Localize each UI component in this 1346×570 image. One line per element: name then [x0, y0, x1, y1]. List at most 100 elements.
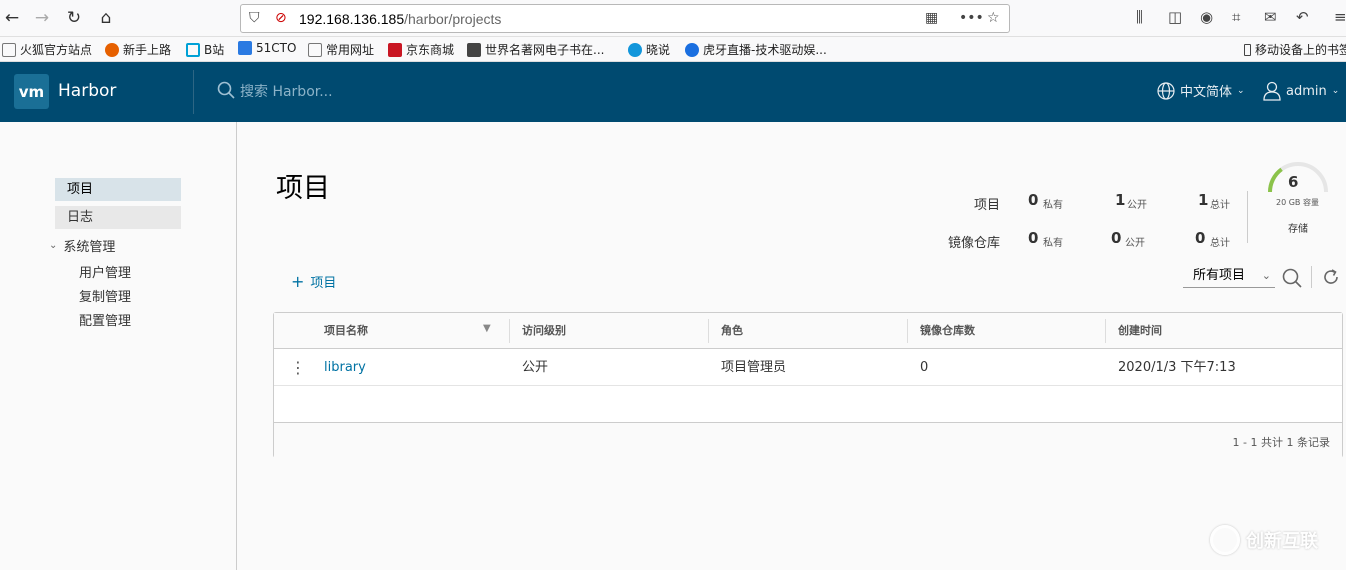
project-name-link[interactable]: library [312, 349, 366, 386]
xiaoshuo-icon [628, 42, 642, 57]
stat-divider [1247, 191, 1248, 243]
jd-icon [388, 42, 402, 57]
search-icon [217, 81, 235, 99]
stat-repos-private: 0 [1028, 229, 1039, 247]
browser-toolbar: ← → ↻ ⌂ ⛉ ⊘ 192.168.136.185/harbor/proje… [0, 0, 1346, 37]
sidebar-icon[interactable]: ◫ [1168, 8, 1182, 26]
screenshot-icon[interactable]: ⌗ [1232, 8, 1240, 26]
pagination-text: 1 - 1 共计 1 条记录 [1232, 436, 1330, 449]
bookmark-item[interactable]: B站 [186, 41, 224, 58]
sidebar-group-admin[interactable]: ⌄ 系统管理 [49, 236, 115, 255]
watermark-text: 创新互联 [1246, 531, 1318, 552]
stat-projects-private: 0 [1028, 191, 1039, 209]
reload-icon[interactable]: ↻ [62, 6, 86, 30]
bilibili-icon [186, 42, 200, 57]
stat-unit-total: 总计 [1210, 200, 1230, 211]
refresh-icon[interactable] [1322, 268, 1340, 286]
language-label: 中文简体 [1180, 85, 1233, 100]
stat-unit-private: 私有 [1043, 200, 1063, 211]
bookmark-item[interactable]: 常用网址 [308, 41, 374, 58]
menu-icon[interactable]: ≡ [1334, 8, 1346, 26]
row-actions-icon[interactable]: ⋮ [278, 349, 306, 386]
bookmark-item[interactable]: 51CTO [238, 41, 296, 55]
watermark: 创新互联 [1210, 525, 1318, 555]
search-icon[interactable] [1282, 268, 1302, 288]
access-level: 公开 [522, 360, 549, 375]
sidebar-item-projects[interactable]: 项目 [55, 178, 181, 201]
project-filter-select[interactable]: 所有项目 ⌄ [1183, 266, 1275, 288]
add-project-button[interactable]: + 项目 [291, 272, 336, 291]
chat-icon[interactable]: ✉ [1264, 8, 1277, 26]
add-project-label: 项目 [310, 276, 337, 291]
stat-repos-label: 镜像仓库 [947, 236, 1000, 251]
column-header-role[interactable]: 角色 [709, 313, 743, 349]
url-bar[interactable]: ⛉ ⊘ 192.168.136.185/harbor/projects ▦ ••… [240, 4, 1010, 33]
repo-count: 0 [920, 360, 929, 375]
star-icon[interactable]: ☆ [987, 10, 1000, 26]
sidebar-item-replication[interactable]: 复制管理 [79, 286, 131, 305]
chevron-down-icon: ⌄ [49, 240, 58, 251]
sidebar-group-label: 系统管理 [63, 240, 116, 255]
language-selector[interactable]: 中文简体 ⌄ [1157, 81, 1245, 100]
stat-unit-public: 公开 [1127, 200, 1147, 211]
huya-icon [685, 42, 699, 57]
column-header-access[interactable]: 访问级别 [510, 313, 566, 349]
storage-value: 6 [1288, 173, 1299, 191]
bookmark-item[interactable]: 晓说 [628, 41, 670, 58]
account-icon[interactable]: ◉ [1200, 8, 1213, 26]
qr-code-icon[interactable]: ▦ [925, 10, 938, 26]
search-input[interactable] [240, 82, 540, 102]
more-icon[interactable]: ••• [959, 10, 984, 26]
51cto-icon [238, 41, 252, 55]
header-divider [193, 70, 194, 114]
folder-icon [2, 42, 16, 57]
user-menu[interactable]: admin ⌄ [1263, 81, 1339, 101]
bookmark-item[interactable]: 世界名著网电子书在... [467, 41, 604, 58]
stat-repos-public: 0 [1111, 229, 1122, 247]
stat-unit-private: 私有 [1043, 238, 1063, 249]
stat-unit-total: 总计 [1210, 238, 1230, 249]
chevron-down-icon: ⌄ [1261, 269, 1271, 282]
bookmark-item[interactable]: 新手上路 [105, 41, 171, 58]
projects-table: 项目名称 ▼ 访问级别 角色 镜像仓库数 创建时间 ⋮ library 公开 项… [273, 312, 1343, 458]
table-footer: 1 - 1 共计 1 条记录 [274, 423, 1342, 458]
chevron-down-icon: ⌄ [1331, 86, 1340, 96]
table-row: ⋮ library 公开 项目管理员 0 2020/1/3 下午7:13 [274, 349, 1342, 386]
stat-repos-total: 0 [1195, 229, 1206, 247]
home-icon[interactable]: ⌂ [94, 6, 118, 30]
library-icon[interactable]: ⫼ [1136, 8, 1143, 26]
shield-icon[interactable]: ⛉ [249, 10, 260, 26]
role: 项目管理员 [721, 360, 787, 375]
back-icon[interactable]: ← [0, 6, 24, 30]
app-header: vm Harbor 中文简体 ⌄ admin ⌄ [0, 62, 1346, 122]
column-header-name[interactable]: 项目名称 [312, 313, 368, 349]
bookmark-item[interactable]: 虎牙直播-技术驱动娱... [685, 41, 827, 58]
username: admin [1286, 83, 1327, 99]
insecure-lock-icon[interactable]: ⊘ [275, 10, 287, 26]
forward-icon[interactable]: → [30, 6, 54, 30]
url-text[interactable]: 192.168.136.185/harbor/projects [299, 11, 501, 27]
table-empty-row [274, 386, 1342, 423]
bookmark-bar: 火狐官方站点 新手上路 B站 51CTO 常用网址 京东商城 世界名著网电子书在… [0, 37, 1346, 62]
sidebar-item-logs[interactable]: 日志 [55, 206, 181, 229]
storage-capacity: 20 GB 容量 [1276, 198, 1319, 207]
bookmark-item[interactable]: 火狐官方站点 [2, 41, 92, 58]
filter-icon[interactable]: ▼ [483, 323, 491, 334]
stat-unit-public: 公开 [1125, 238, 1145, 249]
mobile-icon [1244, 43, 1251, 56]
undo-icon[interactable]: ↶ [1296, 8, 1309, 26]
book-site-icon [467, 42, 481, 57]
stat-projects-public: 1 [1115, 191, 1126, 209]
column-header-repos[interactable]: 镜像仓库数 [908, 313, 975, 349]
vmware-logo[interactable]: vm [14, 74, 49, 109]
mobile-bookmarks[interactable]: 移动设备上的书签 [1244, 41, 1346, 58]
sidebar-item-users[interactable]: 用户管理 [79, 262, 131, 281]
column-header-created[interactable]: 创建时间 [1106, 313, 1162, 349]
bookmark-item[interactable]: 京东商城 [388, 41, 454, 58]
sidebar-item-config[interactable]: 配置管理 [79, 310, 131, 329]
plus-icon: + [291, 272, 305, 291]
stat-projects-label: 项目 [973, 198, 1000, 213]
brand-name[interactable]: Harbor [58, 81, 116, 101]
user-icon [1263, 81, 1281, 101]
watermark-logo [1210, 525, 1240, 555]
